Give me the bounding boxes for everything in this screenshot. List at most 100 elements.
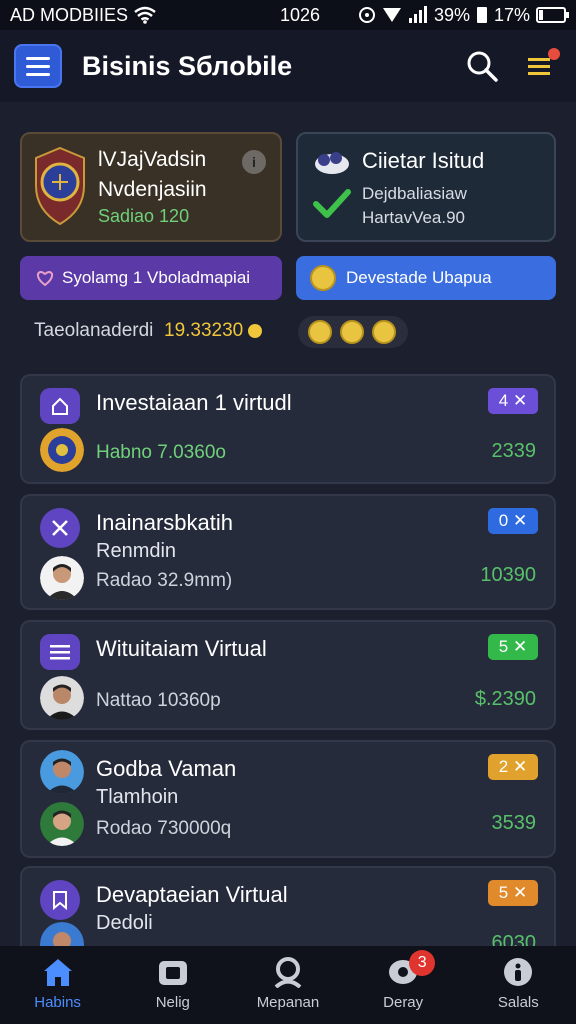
- list-item[interactable]: Inainarsbkatih Renmdin 0 ✕ Radao 32.9mm)…: [20, 494, 556, 610]
- nav-item-camera[interactable]: Nelig: [123, 956, 223, 1011]
- list-item[interactable]: Godba Vaman Tlamhoin 2 ✕ Rodao 730000q 3…: [20, 740, 556, 858]
- shield-emblem-icon: [35, 146, 85, 226]
- list-item-meta: Habno 7.0360o: [96, 442, 226, 463]
- profile-card[interactable]: lVJajVadsin Nvdenjasiin Sadiao 120 i: [20, 132, 282, 242]
- home-outline-icon: [52, 397, 68, 415]
- signal-percent: 39%: [433, 4, 470, 25]
- search-icon: [467, 51, 498, 82]
- balance-value: 19.33230: [164, 320, 244, 341]
- profile-icon: [274, 957, 302, 988]
- list-item-subtitle: Tlamhoin: [96, 786, 179, 808]
- cloud-icon: [315, 152, 349, 174]
- nav-badge-count: 3: [409, 950, 436, 976]
- nav-label: Salals: [497, 994, 539, 1011]
- list-item-amount: 10390: [480, 564, 536, 586]
- info-icon[interactable]: i: [242, 150, 266, 174]
- alarm-icon: [358, 7, 375, 23]
- person-avatar-icon: [40, 922, 84, 946]
- list-item-badge[interactable]: 0 ✕: [488, 508, 538, 534]
- status-left: AD MODBIIES: [10, 5, 230, 26]
- nav-label: Habins: [34, 994, 81, 1011]
- person-avatar-icon: [40, 556, 84, 600]
- nav-label: Nelig: [155, 994, 190, 1011]
- list-item[interactable]: Investaiaan 1 virtudl 4 ✕ Habno 7.0360o …: [20, 374, 556, 484]
- right-action-label: Devestade Ubapua: [346, 268, 492, 287]
- list-item-meta: Nattao 10360p: [96, 690, 221, 711]
- avatar: [40, 922, 84, 946]
- list-item[interactable]: Devaptaeian Virtual Dedoli 5 ✕ 6030: [20, 866, 556, 946]
- hamburger-menu-button[interactable]: [14, 44, 62, 88]
- status-card-title: Ciietar Isitud: [362, 148, 485, 173]
- nav-item-home[interactable]: Habins: [8, 956, 108, 1011]
- list-item-icon: [40, 388, 80, 424]
- nav-label: Deray: [383, 994, 424, 1011]
- list-item-badge[interactable]: 5 ✕: [488, 880, 538, 906]
- home-icon: [43, 959, 72, 986]
- status-card-line-2: HartavVeа.90: [362, 208, 466, 227]
- list-item-subtitle: Renmdin: [96, 540, 177, 562]
- coins-group[interactable]: [298, 316, 408, 348]
- battery-percent: 17%: [493, 4, 530, 25]
- app-header: Bisinis Sблobile: [0, 30, 576, 102]
- avatar: [40, 676, 84, 720]
- status-time: 1026: [280, 4, 321, 25]
- nav-item-chat[interactable]: 3 Deray: [353, 950, 453, 1011]
- emblem-avatar: [40, 428, 84, 472]
- emblem-icon: [40, 428, 84, 472]
- nav-item-profile[interactable]: Mepanan: [238, 956, 338, 1011]
- list-item-badge[interactable]: 4 ✕: [488, 388, 538, 414]
- list-item-badge[interactable]: 2 ✕: [488, 754, 538, 780]
- app-title: Bisinis Sблobile: [82, 50, 293, 81]
- list-item-title: Godba Vaman: [96, 756, 237, 781]
- list-item[interactable]: Wituitaiam Virtual 5 ✕ Nattao 10360p $.2…: [20, 620, 556, 730]
- info-icon: [504, 958, 533, 986]
- list-item-meta: Radao 32.9mm): [96, 570, 233, 591]
- signal-triangle-icon: [382, 8, 401, 22]
- person-avatar-icon: [40, 676, 84, 720]
- list-item-icon: [40, 634, 80, 670]
- list-item-title: Inainarsbkatih: [96, 510, 233, 535]
- coin-icon: [308, 320, 332, 344]
- sim-icon: [476, 7, 487, 23]
- list-item-title: Investaiaan 1 virtudl: [96, 390, 292, 415]
- heart-outline-icon: [36, 271, 54, 286]
- status-right: 39% 17%: [358, 4, 569, 26]
- camera-icon: [158, 961, 187, 985]
- list-item-subtitle: Dedoli: [96, 912, 153, 934]
- battery-fill: [539, 10, 544, 20]
- list-item-amount: 6030: [491, 932, 537, 946]
- wifi-icon: [134, 6, 156, 24]
- checkmark-icon: [313, 189, 351, 218]
- profile-line-2: Nvdenjasiin: [98, 178, 207, 201]
- notifications-button[interactable]: [518, 44, 562, 88]
- list-item-title: Wituitaiam Virtual: [96, 636, 267, 661]
- list-item-icon: [40, 880, 80, 920]
- battery-icon: [536, 7, 569, 23]
- left-action-label: Syolamg 1 Vboladmapiai: [62, 268, 251, 287]
- coin-icon: [372, 320, 396, 344]
- carrier-label: AD MODBIIES: [10, 4, 129, 25]
- nav-item-info[interactable]: Salals: [468, 956, 568, 1011]
- status-bar: AD MODBIIES 1026 39% 17%: [0, 0, 576, 30]
- list-item-badge[interactable]: 5 ✕: [488, 634, 538, 660]
- notification-dot: [548, 48, 560, 60]
- search-button[interactable]: [460, 44, 504, 88]
- person-avatar-icon: [40, 750, 84, 794]
- hamburger-icon-line: [26, 56, 50, 60]
- left-action-button[interactable]: Syolamg 1 Vboladmapiai: [20, 256, 282, 300]
- menu-lines-icon: [50, 645, 70, 660]
- balance-label: Taeolanaderdi: [34, 320, 154, 341]
- right-action-button[interactable]: Devestade Ubapua: [296, 256, 556, 300]
- avatar: [40, 556, 84, 600]
- status-card[interactable]: Ciietar Isitud Dejdbaliasiaw HartavVeа.9…: [296, 132, 556, 242]
- nav-label: Mepanan: [256, 994, 320, 1011]
- list-item-title: Devaptaeian Virtual: [96, 882, 288, 907]
- profile-line-1: lVJajVadsin: [98, 148, 207, 171]
- person-avatar-icon: [40, 802, 84, 846]
- close-icon: [52, 520, 68, 536]
- signal-bars-icon: [408, 6, 427, 23]
- avatar: [40, 802, 84, 846]
- list-item-amount: $.2390: [474, 688, 536, 710]
- hamburger-icon-line: [26, 64, 50, 68]
- coin-icon: [310, 265, 336, 291]
